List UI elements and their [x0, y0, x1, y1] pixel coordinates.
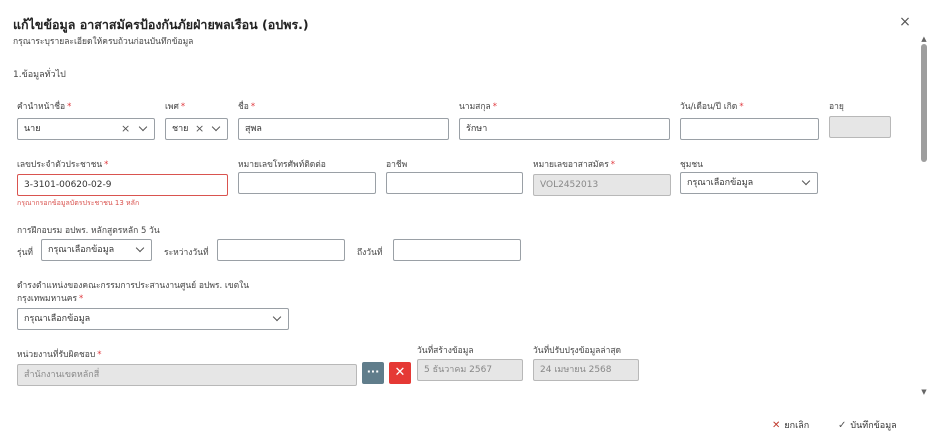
age-label: อายุ — [829, 102, 844, 112]
position-label-line2: กรุงเทพมหานคร * — [17, 294, 84, 304]
phone-input[interactable] — [238, 172, 376, 194]
citizen-id-label: เลขประจำตัวประชาชน * — [17, 160, 109, 170]
chevron-down-icon[interactable] — [138, 122, 148, 132]
updated-input: 24 เมษายน 2568 — [533, 359, 639, 381]
position-placeholder: กรุณาเลือกข้อมูล — [24, 314, 91, 324]
created-label: วันที่สร้างข้อมูล — [417, 346, 474, 356]
modal-subtitle: กรุณาระบุรายละเอียดให้ครบถ้วนก่อนบันทึกข… — [13, 37, 194, 47]
last-name-label: นามสกุล * — [459, 102, 497, 112]
cancel-button[interactable]: ✕ ยกเลิก — [772, 418, 809, 432]
community-select[interactable]: กรุณาเลือกข้อมูล — [680, 172, 818, 194]
citizen-id-error: กรุณากรอกข้อมูลบัตรประชาชน 13 หลัก — [17, 199, 140, 207]
clear-icon[interactable]: × — [121, 119, 130, 139]
scrollbar-thumb[interactable] — [921, 44, 927, 162]
select-agency-button[interactable]: ··· — [362, 362, 384, 384]
training-title: การฝึกอบรม อปพร. หลักสูตรหลัก 5 วัน — [17, 226, 160, 236]
batch-label: รุ่นที่ — [17, 248, 33, 258]
position-select[interactable]: กรุณาเลือกข้อมูล — [17, 308, 289, 330]
last-name-input[interactable]: รักษา — [459, 118, 670, 140]
position-label-line1: ดำรงตำแหน่งของคณะกรรมการประสานงานศูนย์ อ… — [17, 281, 250, 291]
first-name-input[interactable]: สุพล — [238, 118, 449, 140]
section-title: 1.ข้อมูลทั่วไป — [13, 70, 66, 80]
gender-value: ชาย — [172, 124, 189, 134]
chevron-down-icon[interactable] — [135, 243, 145, 253]
from-date-input[interactable] — [217, 239, 345, 261]
batch-select[interactable]: กรุณาเลือกข้อมูล — [41, 239, 152, 261]
gender-label: เพศ * — [165, 102, 186, 112]
cancel-icon: ✕ — [772, 420, 781, 431]
chevron-down-icon[interactable] — [801, 176, 811, 186]
scroll-down-icon[interactable]: ▼ — [920, 388, 928, 396]
scroll-up-icon[interactable]: ▲ — [920, 35, 928, 43]
age-input — [829, 116, 891, 138]
clear-icon[interactable]: × — [195, 119, 204, 139]
prefix-value: นาย — [24, 124, 41, 134]
from-date-label: ระหว่างวันที่ — [164, 248, 209, 258]
gender-select[interactable]: ชาย × — [165, 118, 228, 140]
community-placeholder: กรุณาเลือกข้อมูล — [687, 178, 754, 188]
first-name-label: ชื่อ * — [238, 102, 256, 112]
community-label: ชุมชน — [680, 160, 703, 170]
chevron-down-icon[interactable] — [272, 312, 282, 322]
modal-title: แก้ไขข้อมูล อาสาสมัครป้องกันภัยฝ่ายพลเรื… — [13, 17, 309, 32]
citizen-id-input[interactable]: 3-3101-00620-02-9 — [17, 174, 228, 196]
save-button[interactable]: ✓ บันทึกข้อมูล — [838, 418, 897, 432]
dob-input[interactable] — [680, 118, 819, 140]
occupation-label: อาชีพ — [386, 160, 408, 170]
to-date-input[interactable] — [393, 239, 521, 261]
close-icon[interactable]: × — [897, 14, 913, 30]
created-input: 5 ธันวาคม 2567 — [417, 359, 523, 381]
dob-label: วัน/เดือน/ปี เกิด * — [680, 102, 744, 112]
chevron-down-icon[interactable] — [211, 122, 221, 132]
agency-input: สำนักงานเขตหลักสี่ — [17, 364, 357, 386]
occupation-input[interactable] — [386, 172, 523, 194]
agency-label: หน่วยงานที่รับผิดชอบ * — [17, 350, 102, 360]
batch-placeholder: กรุณาเลือกข้อมูล — [48, 245, 115, 255]
updated-label: วันที่ปรับปรุงข้อมูลล่าสุด — [533, 346, 622, 356]
check-icon: ✓ — [838, 420, 847, 431]
phone-label: หมายเลขโทรศัพท์ติดต่อ — [238, 160, 326, 170]
volunteer-no-input: VOL2452013 — [533, 174, 671, 196]
volunteer-no-label: หมายเลขอาสาสมัคร * — [533, 160, 616, 170]
prefix-select[interactable]: นาย × — [17, 118, 155, 140]
clear-agency-button[interactable]: ✕ — [389, 362, 411, 384]
prefix-label: คำนำหน้าชื่อ * — [17, 102, 72, 112]
to-date-label: ถึงวันที่ — [357, 248, 383, 258]
